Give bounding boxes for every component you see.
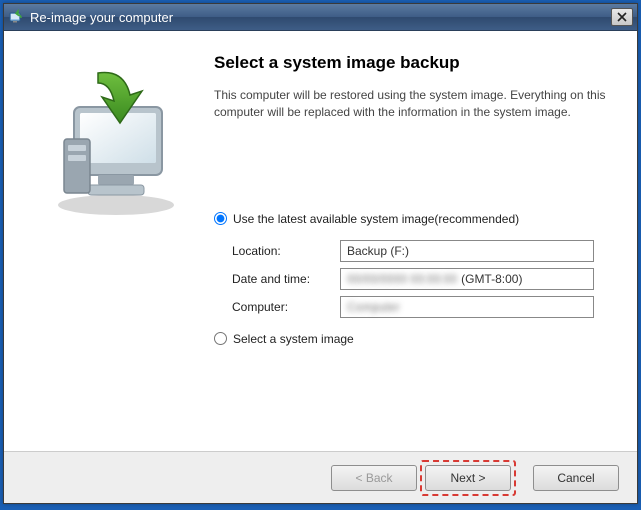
label-datetime: Date and time:	[232, 272, 340, 286]
field-location: Backup (F:)	[340, 240, 594, 262]
close-button[interactable]	[611, 8, 633, 26]
value-datetime-redacted: 00/00/0000 00:00:00	[347, 272, 457, 286]
reimage-icon	[8, 9, 24, 25]
form-column: Select a system image backup This comput…	[206, 53, 611, 441]
radio-use-latest-input[interactable]	[214, 212, 227, 225]
radio-use-latest[interactable]: Use the latest available system image(re…	[214, 212, 611, 226]
next-button[interactable]: Next >	[425, 465, 511, 491]
radio-select-image-label: Select a system image	[233, 332, 354, 346]
value-datetime-tz: (GMT-8:00)	[461, 272, 522, 286]
latest-image-details: Location: Backup (F:) Date and time: 00/…	[232, 240, 611, 318]
back-button[interactable]: < Back	[331, 465, 417, 491]
next-highlight: Next >	[425, 465, 511, 491]
field-datetime: 00/00/0000 00:00:00 (GMT-8:00)	[340, 268, 594, 290]
wizard-window: Re-image your computer	[3, 3, 638, 504]
illustration-column	[26, 53, 206, 441]
button-bar: < Back Next > Cancel	[4, 451, 637, 503]
window-title: Re-image your computer	[30, 10, 611, 25]
radio-select-image[interactable]: Select a system image	[214, 332, 611, 346]
content-area: Select a system image backup This comput…	[4, 31, 637, 451]
cancel-button[interactable]: Cancel	[533, 465, 619, 491]
value-location: Backup (F:)	[347, 244, 409, 258]
row-computer: Computer: Computer	[232, 296, 611, 318]
restore-monitor-icon	[46, 67, 186, 222]
row-datetime: Date and time: 00/00/0000 00:00:00 (GMT-…	[232, 268, 611, 290]
radio-select-image-input[interactable]	[214, 332, 227, 345]
titlebar: Re-image your computer	[4, 4, 637, 31]
label-computer: Computer:	[232, 300, 340, 314]
field-computer: Computer	[340, 296, 594, 318]
label-location: Location:	[232, 244, 340, 258]
row-location: Location: Backup (F:)	[232, 240, 611, 262]
page-heading: Select a system image backup	[214, 53, 611, 73]
radio-use-latest-label: Use the latest available system image(re…	[233, 212, 519, 226]
page-description: This computer will be restored using the…	[214, 87, 611, 122]
value-computer-redacted: Computer	[347, 300, 400, 314]
